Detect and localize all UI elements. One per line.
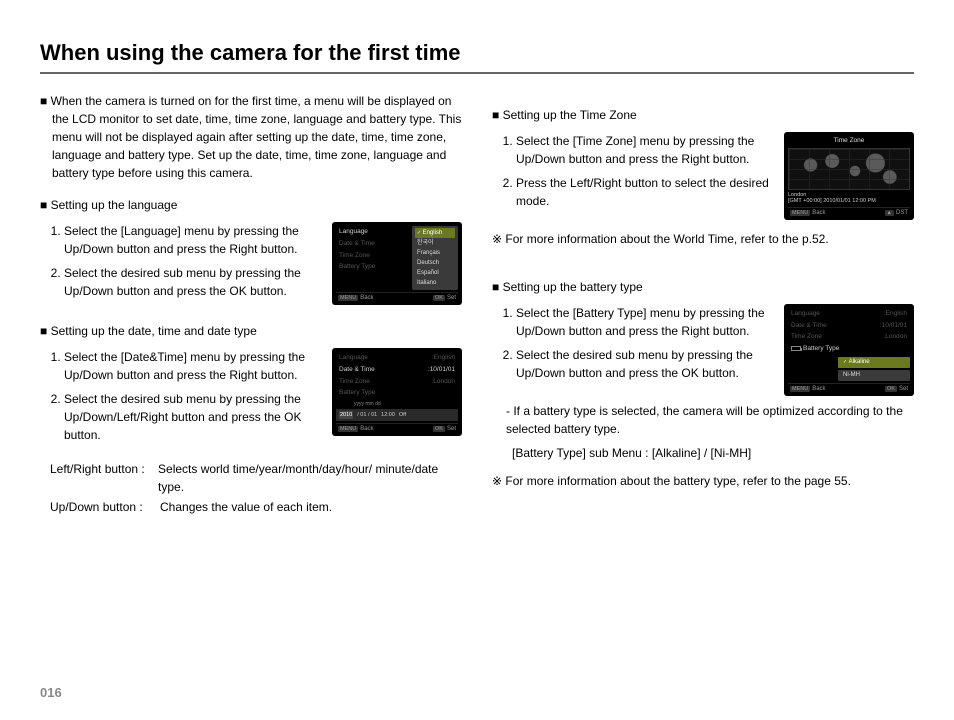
right-column: Setting up the Time Zone Select the [Tim… bbox=[492, 92, 914, 518]
list-item: Select the [Battery Type] menu by pressi… bbox=[516, 304, 774, 340]
page-title: When using the camera for the first time bbox=[40, 40, 914, 74]
list-item: Select the desired sub menu by pressing … bbox=[64, 390, 322, 444]
datetime-editbar: 2010 / 01 / 01 12:00 Off bbox=[336, 409, 458, 421]
lcd-timezone-screenshot: Time Zone London [GMT +00:00] 2010/01/01… bbox=[784, 132, 914, 220]
list-item: Select the [Date&Time] menu by pressing … bbox=[64, 348, 322, 384]
list-item: Select the desired sub menu by pressing … bbox=[516, 346, 774, 382]
timezone-steps: Select the [Time Zone] menu by pressing … bbox=[492, 132, 774, 210]
section-timezone: Setting up the Time Zone bbox=[492, 106, 914, 124]
list-item: Select the [Language] menu by pressing t… bbox=[64, 222, 322, 258]
left-column: When the camera is turned on for the fir… bbox=[40, 92, 462, 518]
lcd-battery-screenshot: Language:English Date & Time:10/01/01 Ti… bbox=[784, 304, 914, 396]
list-item: Press the Left/Right button to select th… bbox=[516, 174, 774, 210]
language-steps: Select the [Language] menu by pressing t… bbox=[40, 222, 322, 300]
lcd-datetime-screenshot: Language:English Date & Time:10/01/01 Ti… bbox=[332, 348, 462, 436]
section-battery: Setting up the battery type bbox=[492, 278, 914, 296]
world-map-icon bbox=[788, 148, 910, 190]
section-language: Setting up the language bbox=[40, 196, 462, 214]
section-datetime: Setting up the date, time and date type bbox=[40, 322, 462, 340]
page-number: 016 bbox=[40, 685, 62, 700]
battery-steps: Select the [Battery Type] menu by pressi… bbox=[492, 304, 774, 382]
button-mapping: Left/Right button :Selects world time/ye… bbox=[50, 460, 462, 516]
battery-icon bbox=[791, 346, 801, 351]
datetime-steps: Select the [Date&Time] menu by pressing … bbox=[40, 348, 322, 444]
timezone-note: For more information about the World Tim… bbox=[492, 230, 914, 248]
lcd-language-screenshot: Language Date & Time Time Zone Battery T… bbox=[332, 222, 462, 305]
list-item: Select the [Time Zone] menu by pressing … bbox=[516, 132, 774, 168]
intro-paragraph: When the camera is turned on for the fir… bbox=[40, 92, 462, 182]
battery-submenu-note: [Battery Type] sub Menu : [Alkaline] / [… bbox=[512, 444, 914, 462]
language-submenu: English 한국어 Français Deutsch Español Ita… bbox=[412, 226, 458, 290]
battery-more-note: For more information about the battery t… bbox=[492, 472, 914, 490]
battery-optimize-note: - If a battery type is selected, the cam… bbox=[506, 402, 914, 438]
list-item: Select the desired sub menu by pressing … bbox=[64, 264, 322, 300]
